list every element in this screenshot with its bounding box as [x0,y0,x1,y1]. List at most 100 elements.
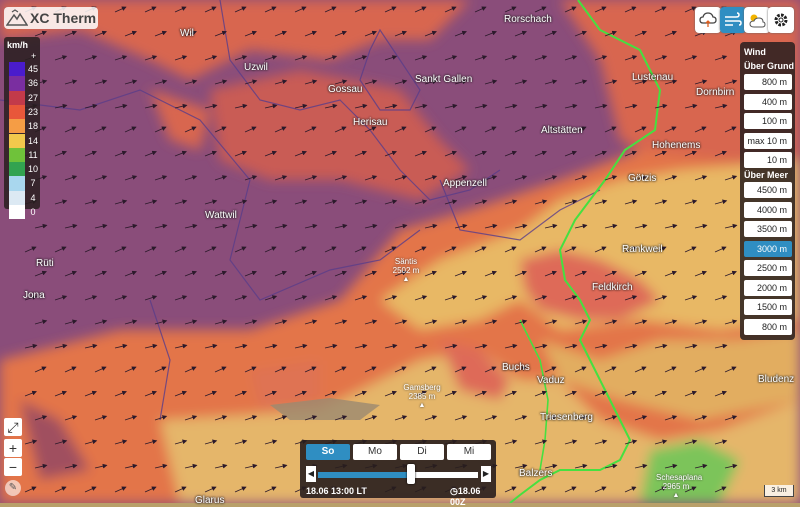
place-label: Altstätten [541,125,583,136]
legend-swatch [9,76,25,91]
place-label: Rorschach [504,14,552,25]
above-ground-label: Über Grund [744,61,795,71]
place-label: Dornbirn [696,87,735,98]
place-label: Glarus [195,495,225,506]
above-sea-label: Über Meer [744,170,789,180]
place-label: Jona [23,290,45,301]
edit-icon[interactable]: ✎ [5,480,21,496]
place-label: Rankweil [622,244,663,255]
place-label: Feldkirch [592,282,633,293]
place-label: Bludenz [758,374,795,385]
wind-icon [725,12,742,26]
legend-swatch [9,119,25,134]
mountain-elevation: 2965 m [662,482,690,491]
legend-swatch [9,162,25,177]
legend-label: 23 [27,106,38,117]
mountain-name: Gamsberg [403,383,441,392]
altitude-agl-button[interactable]: 10 m [744,152,792,168]
zoom-out-button[interactable]: − [4,458,22,476]
altitude-agl-button[interactable]: max 10 m [744,132,792,149]
legend-label: 10 [27,164,38,175]
altitude-amsl-button[interactable]: 800 m [744,318,792,335]
altitude-agl-button[interactable]: 400 m [744,93,792,110]
settings-button[interactable] [768,7,794,33]
place-label: Wattwil [205,210,237,221]
mountain-name: Schesaplana [656,473,703,482]
place-label: Hohenems [652,140,701,151]
fullscreen-button[interactable]: ⤢ [4,418,22,436]
zoom-in-button[interactable]: + [4,439,22,457]
legend-label: 18 [27,121,38,132]
place-label: Balzers [519,468,553,479]
legend-label: 27 [27,92,38,103]
place-label: Wil [180,28,194,39]
place-label: Götzis [628,173,657,184]
altitude-amsl-button[interactable]: 4500 m [744,182,792,198]
altitude-agl-button[interactable]: 800 m [744,74,792,90]
legend-swatch [9,147,25,163]
place-label: Buchs [502,362,530,373]
place-label: Herisau [353,117,388,128]
place-label: Appenzell [443,178,487,189]
next-step-button[interactable]: ▶ [481,466,491,482]
altitude-amsl-button[interactable]: 3000 m [744,240,792,257]
legend-swatch [9,190,25,205]
altitude-amsl-button[interactable]: 4000 m [744,201,792,218]
mountain-name: Säntis [394,257,418,266]
minus-icon: − [8,459,18,475]
legend-label: 7 [30,178,36,189]
place-label: Lustenau [632,72,674,83]
legend-label: 36 [27,78,38,89]
gear-icon [774,13,788,27]
wind-layer-button[interactable] [720,7,746,33]
legend-unit: km/h [7,40,29,50]
mountain-elevation: 2385 m [408,392,436,401]
day-tab[interactable]: Mo [353,444,397,460]
legend-plus: + [31,51,37,61]
place-label: Gossau [328,84,363,95]
altitude-amsl-button[interactable]: 2000 m [744,279,792,296]
legend-swatch [9,176,25,191]
legend-swatch [9,62,25,77]
legend-swatch [9,104,25,120]
place-label: Triesenberg [540,412,593,423]
place-label: Sankt Gallen [415,74,473,85]
time-slider-rest [410,472,478,478]
cloud-thermal-icon [699,12,717,27]
time-slider-thumb[interactable] [406,464,415,484]
legend-label: 14 [27,135,38,146]
wind-speed-legend: km/h + 45 36 27 23 18 14 11 10 7 4 0 [4,37,40,220]
prev-step-button[interactable]: ◀ [306,466,316,482]
prev-icon: ◀ [307,469,315,478]
utc-time-label: ◷18.06 00Z [450,486,496,507]
legend-swatch [9,205,25,220]
mountain-label: Gamsberg 2385 m ▲ [402,383,442,410]
time-control: So Mo Di Mi ◀ ▶ 18.06 13:00 LT ◷18.06 00Z [300,440,496,507]
mountain-label: Schesaplana 2965 m ▲ [656,473,702,500]
app-title: XC Therm [30,10,97,26]
wind-map[interactable] [0,0,800,503]
place-label: Rüti [36,258,54,269]
day-tab[interactable]: So [306,444,350,460]
day-tab[interactable]: Di [400,444,444,460]
day-tab[interactable]: Mi [447,444,491,460]
scale-bar: 3 km [764,485,794,497]
thermal-layer-button[interactable] [695,7,721,33]
legend-swatch [9,133,25,148]
app-logo[interactable]: XC Therm [4,7,98,29]
weather-layer-button[interactable] [744,7,770,33]
legend-label: 4 [30,192,36,203]
altitude-amsl-button[interactable]: 1500 m [744,299,792,315]
altitude-agl-button[interactable]: 100 m [744,113,792,129]
sun-cloud-icon [749,14,766,28]
peak-icon: ▲ [402,276,410,283]
mountain-elevation: 2502 m [392,266,420,275]
altitude-amsl-button[interactable]: 2500 m [744,260,792,276]
altitude-amsl-button[interactable]: 3500 m [744,221,792,237]
wind-altitude-panel: Wind Über Grund 800 m 400 m 100 m max 10 m 1… [740,42,795,340]
time-slider-track[interactable] [318,472,478,478]
clock-icon: ◷ [450,486,458,496]
wind-panel-title: Wind [744,47,766,57]
mountain-label: Säntis 2502 m ▲ [386,257,426,284]
legend-label: 11 [28,149,38,160]
